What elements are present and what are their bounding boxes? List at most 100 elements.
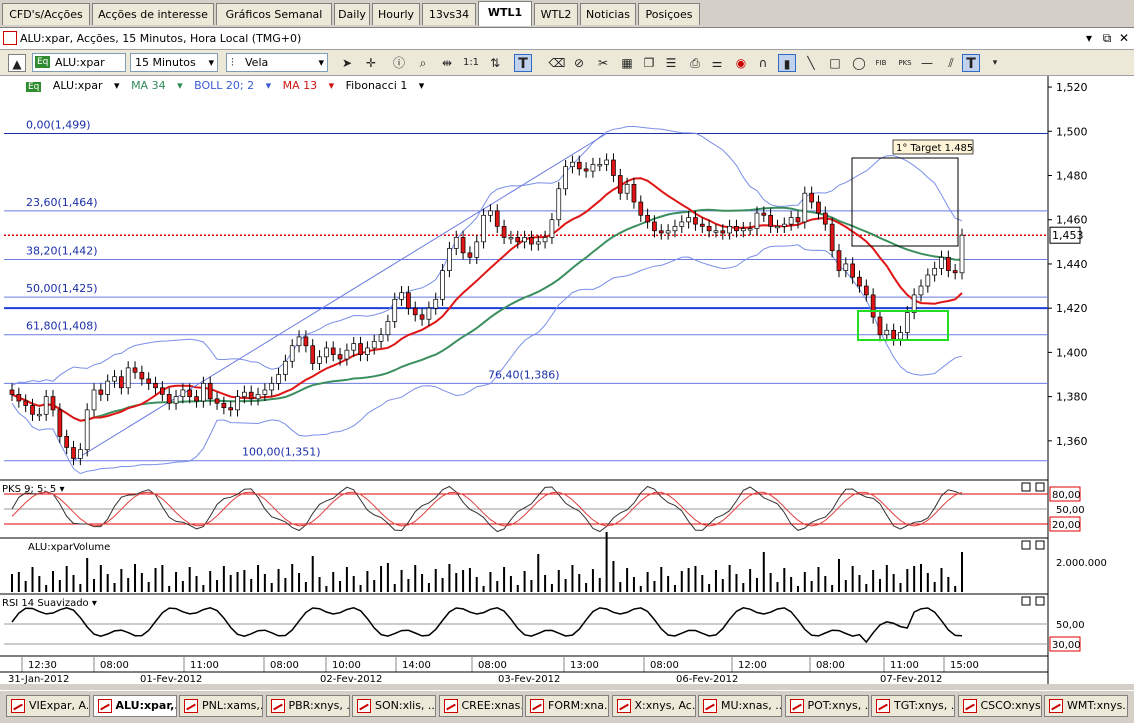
tab-1[interactable]: Acções de interesse bbox=[92, 3, 214, 25]
interval-select[interactable]: 15 Minutos ▾ bbox=[130, 53, 218, 72]
pks-icon[interactable]: PKS bbox=[896, 54, 914, 72]
tab-0[interactable]: CFD's/Acções bbox=[2, 3, 90, 25]
ellipse-icon[interactable]: ◯ bbox=[850, 54, 868, 72]
legend-ma34[interactable]: MA 34 ▾ bbox=[131, 79, 183, 92]
volume-bar bbox=[257, 565, 260, 592]
candle-body bbox=[43, 396, 49, 415]
bars-icon[interactable]: ⇅ bbox=[486, 54, 504, 72]
grid-icon[interactable]: ▦ bbox=[618, 54, 636, 72]
info-icon[interactable]: ⓘ bbox=[390, 54, 408, 72]
legend-ma13[interactable]: MA 13 ▾ bbox=[283, 79, 335, 92]
taskbar-window-5[interactable]: CREE:xnas... bbox=[438, 695, 523, 717]
rsi-panel-maximize-icon[interactable] bbox=[1021, 596, 1031, 606]
volume-bar bbox=[899, 583, 902, 592]
candle-body bbox=[638, 201, 644, 216]
crosshair-icon[interactable]: ✛ bbox=[362, 54, 380, 72]
indicator-icon[interactable]: ⚌ bbox=[708, 54, 726, 72]
text-tool-icon[interactable]: T bbox=[514, 54, 532, 72]
zoom-icon[interactable]: ⌕ bbox=[414, 54, 432, 72]
volume-bar bbox=[571, 565, 574, 592]
pks-panel-close-icon[interactable] bbox=[1035, 482, 1045, 492]
print-icon[interactable]: ⎙ bbox=[686, 54, 704, 72]
fibonacci-icon[interactable]: FIB bbox=[872, 54, 890, 72]
trendline-icon[interactable]: ╲ bbox=[802, 54, 820, 72]
copy-icon[interactable]: ❐ bbox=[640, 54, 658, 72]
tab-7[interactable]: WTL2 bbox=[534, 3, 578, 25]
tab-6[interactable]: WTL1 bbox=[478, 1, 532, 26]
taskbar-window-label: PNL:xams,... bbox=[202, 699, 262, 712]
volume-bar bbox=[530, 580, 533, 592]
candle-body bbox=[214, 398, 220, 404]
more-icon[interactable]: ▾ bbox=[986, 54, 1004, 72]
volume-bar bbox=[790, 577, 793, 592]
tab-4[interactable]: Hourly bbox=[372, 3, 420, 25]
collapse-up-icon[interactable]: ▲ bbox=[8, 54, 26, 72]
taskbar-window-12[interactable]: WMT:xnys... bbox=[1044, 695, 1128, 717]
link-icon[interactable]: ⊘ bbox=[570, 54, 588, 72]
candle-body bbox=[84, 409, 90, 451]
eraser-icon[interactable]: ⌫ bbox=[548, 54, 566, 72]
volume-bar bbox=[578, 574, 581, 592]
rsi-panel-close-icon[interactable] bbox=[1035, 596, 1045, 606]
channel-icon[interactable]: ⫽ bbox=[942, 54, 960, 72]
volume-bar bbox=[810, 581, 813, 592]
dropdown-icon[interactable]: ▾ bbox=[1081, 31, 1097, 45]
pks-upper-label: 80,00 bbox=[1052, 490, 1081, 501]
volume-panel-close-icon[interactable] bbox=[1035, 540, 1045, 550]
chart-canvas[interactable]: 1,520 1,500 1,480 1,460 1,440 1,420 1,400 1,380… bbox=[0, 76, 1134, 684]
pan-icon[interactable]: ⇹ bbox=[438, 54, 456, 72]
candle-body bbox=[30, 405, 35, 415]
tab-3[interactable]: Daily bbox=[334, 3, 370, 25]
taskbar-window-6[interactable]: FORM:xna... bbox=[525, 695, 609, 717]
taskbar-window-0[interactable]: VIExpar, A... bbox=[6, 695, 90, 717]
tab-5[interactable]: 13vs34 bbox=[422, 3, 476, 25]
taskbar-window-3[interactable]: PBR:xnys, ... bbox=[265, 695, 350, 717]
volume-bar bbox=[503, 567, 506, 592]
taskbar-window-4[interactable]: SON:xlis, ... bbox=[352, 695, 436, 717]
taskbar-window-10[interactable]: TGT:xnys, ... bbox=[871, 695, 955, 717]
legend-fib[interactable]: Fibonacci 1 ▾ bbox=[346, 79, 425, 92]
list-icon[interactable]: ☰ bbox=[662, 54, 680, 72]
tab-8[interactable]: Noticias bbox=[580, 3, 636, 25]
magnet-icon[interactable]: ∩ bbox=[754, 54, 772, 72]
tab-2[interactable]: Gráficos Semanal bbox=[216, 3, 332, 25]
taskbar-window-7[interactable]: X:xnys, Ac... bbox=[611, 695, 696, 717]
alert-icon[interactable]: ◉ bbox=[732, 54, 750, 72]
candle-body bbox=[406, 292, 411, 309]
cursor-arrow-icon[interactable]: ➤ bbox=[338, 54, 356, 72]
candle-body bbox=[939, 256, 944, 269]
chart-area[interactable]: 1,520 1,500 1,480 1,460 1,440 1,420 1,400 1,380… bbox=[0, 76, 1134, 684]
scale-button[interactable]: 1:1 bbox=[462, 54, 480, 72]
volume-bar bbox=[270, 583, 273, 592]
legend-symbol[interactable]: Eq ALU:xpar ▾ bbox=[26, 79, 120, 92]
restore-icon[interactable]: ⧉ bbox=[1099, 31, 1115, 46]
taskbar-window-1[interactable]: ALU:xpar,... bbox=[92, 695, 177, 717]
taskbar-window-8[interactable]: MU:xnas, ... bbox=[698, 695, 782, 717]
price-tick-label: 1,460 bbox=[1056, 214, 1088, 227]
taskbar-window-9[interactable]: POT:xnys, ... bbox=[784, 695, 869, 717]
taskbar-window-11[interactable]: CSCO:xnys... bbox=[957, 695, 1042, 717]
chart-type-select[interactable]: ⫶ Vela ▾ bbox=[226, 53, 328, 72]
price-axis bbox=[1048, 76, 1134, 684]
pks-panel-maximize-icon[interactable] bbox=[1021, 482, 1031, 492]
close-icon[interactable]: ✕ bbox=[1116, 31, 1132, 45]
symbol-input[interactable]: Eq ALU:xpar bbox=[32, 53, 126, 72]
volume-bar bbox=[496, 581, 499, 592]
tool-icon[interactable]: ✂ bbox=[594, 54, 612, 72]
window-menu-icon[interactable] bbox=[3, 31, 17, 45]
hline-icon[interactable]: — bbox=[918, 54, 936, 72]
candle-body bbox=[173, 396, 179, 404]
rectangle-icon[interactable]: □ bbox=[826, 54, 844, 72]
volume-bars-icon[interactable]: ▮ bbox=[778, 54, 796, 72]
volume-panel-maximize-icon[interactable] bbox=[1021, 540, 1031, 550]
chevron-down-icon: ▾ bbox=[208, 56, 214, 69]
time-tick-label: 14:00 bbox=[402, 660, 431, 671]
candle-body bbox=[235, 396, 240, 411]
legend-boll[interactable]: BOLL 20; 2 ▾ bbox=[194, 79, 271, 92]
tab-9[interactable]: Posiçoes bbox=[638, 3, 700, 25]
date-label: 31-Jan-2012 bbox=[8, 674, 69, 684]
volume-bar bbox=[755, 578, 758, 592]
text-icon[interactable]: T bbox=[962, 54, 980, 72]
taskbar-window-2[interactable]: PNL:xams,... bbox=[179, 695, 263, 717]
time-tick-label: 08:00 bbox=[650, 660, 679, 671]
